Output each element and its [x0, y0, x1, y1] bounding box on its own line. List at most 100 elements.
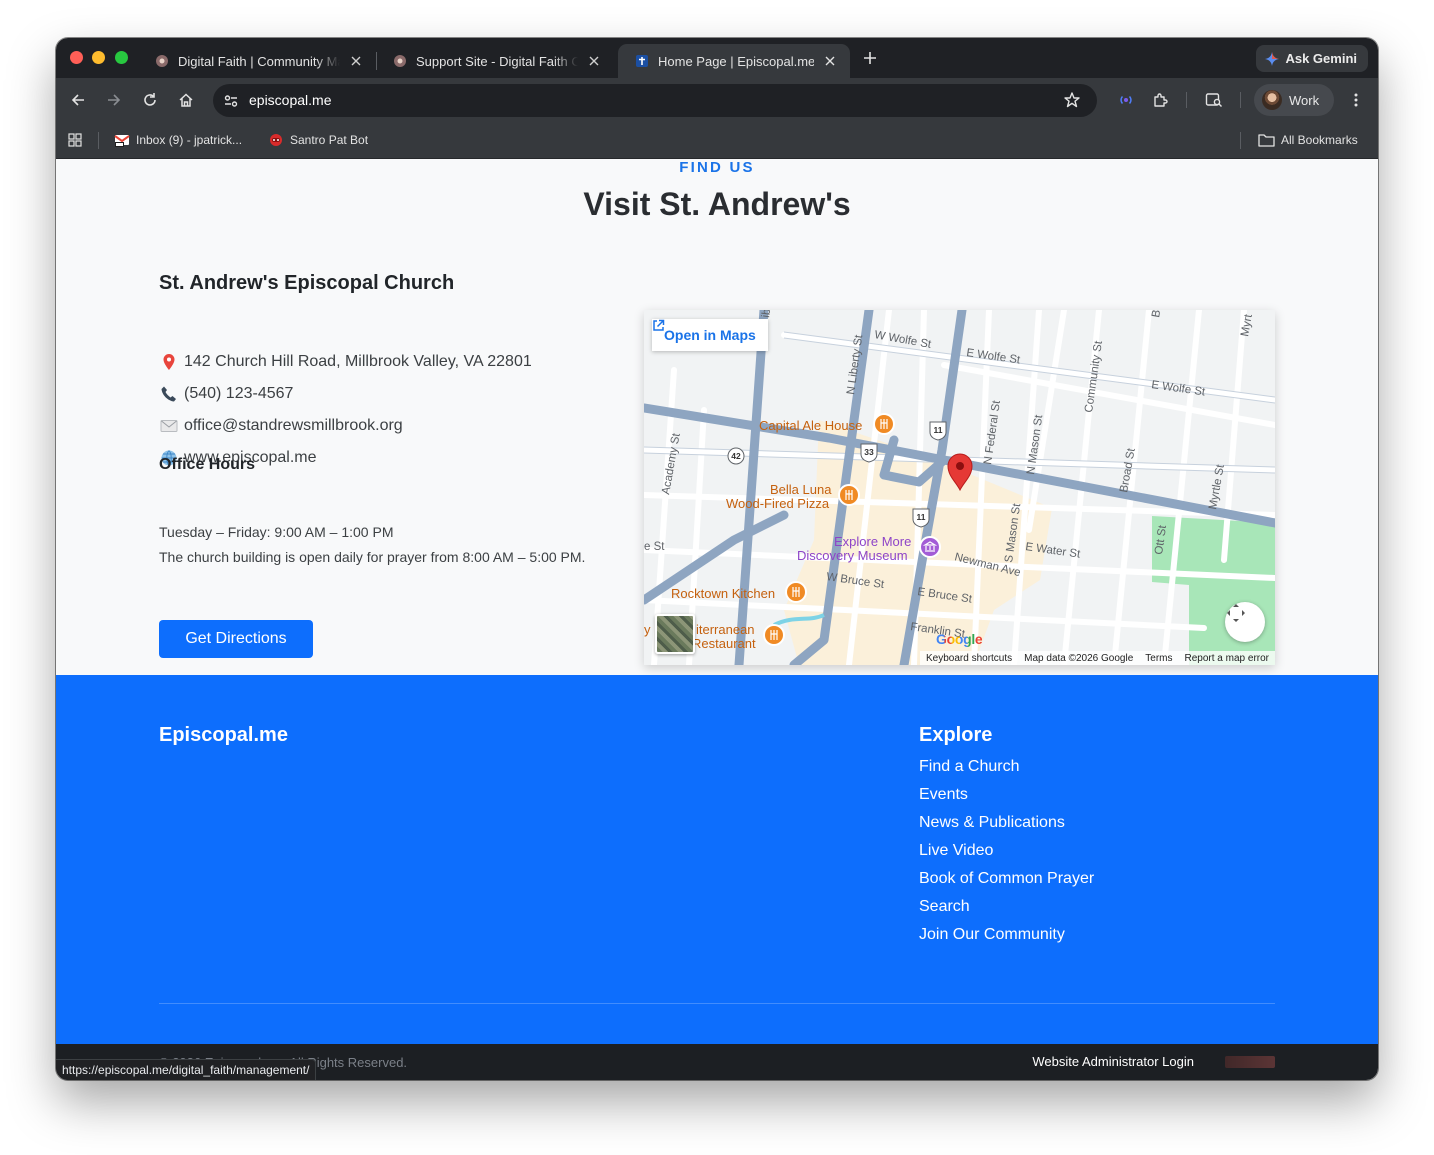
restaurant-icon: [838, 484, 860, 506]
footer-link-live-video[interactable]: Live Video: [919, 842, 993, 860]
open-in-maps-link[interactable]: Open in Maps: [652, 319, 768, 351]
section-eyebrow: FIND US: [679, 159, 755, 176]
status-bar-url: https://episcopal.me/digital_faith/manag…: [56, 1059, 317, 1080]
move-arrows-icon: [1227, 604, 1245, 622]
phone-text: (540) 123-4567: [184, 385, 294, 402]
more-menu-icon[interactable]: [1346, 90, 1366, 110]
footer-link-join-community[interactable]: Join Our Community: [919, 926, 1065, 944]
site-settings-icon[interactable]: [221, 91, 241, 111]
street-label: e St: [644, 541, 665, 553]
tab-home-page[interactable]: Home Page | Episcopal.me: [618, 44, 850, 78]
embedded-map[interactable]: W Wolfe St E Wolfe St E Wolfe St N Liber…: [644, 310, 1275, 665]
map-data-text: Map data ©2026 Google: [1024, 652, 1134, 664]
close-tab-icon[interactable]: [822, 53, 838, 69]
admin-login-link[interactable]: Website Administrator Login: [1032, 1054, 1194, 1069]
place-label: Wood-Fired Pizza: [726, 496, 830, 511]
address-text: 142 Church Hill Road, Millbrook Valley, …: [184, 353, 532, 370]
place-label: Restaurant: [692, 636, 756, 651]
bookmarks-bar: Inbox (9) - jpatrick... Santro Pat Bot A…: [56, 122, 1378, 159]
zoom-window-button[interactable]: [115, 51, 128, 64]
contact-phone[interactable]: (540) 123-4567: [159, 384, 293, 404]
close-window-button[interactable]: [70, 51, 83, 64]
footer-link-book-of-common-prayer[interactable]: Book of Common Prayer: [919, 870, 1094, 888]
new-tab-icon[interactable]: [860, 48, 880, 68]
toolbar-separator: [1186, 92, 1187, 108]
bookmark-santro-pat-bot[interactable]: Santro Pat Bot: [268, 131, 368, 149]
back-icon[interactable]: [68, 90, 88, 110]
tab-support-site[interactable]: Support Site - Digital Faith Co: [376, 44, 614, 78]
report-error-link[interactable]: Report a map error: [1185, 653, 1269, 664]
office-hours-weekdays: Tuesday – Friday: 9:00 AM – 1:00 PM: [159, 524, 394, 540]
gemini-sparkle-icon: [1265, 51, 1280, 66]
apps-grid-icon[interactable]: [68, 131, 82, 149]
all-bookmarks-label: All Bookmarks: [1281, 133, 1358, 147]
get-directions-button[interactable]: Get Directions: [159, 620, 313, 658]
close-tab-icon[interactable]: [586, 53, 602, 69]
all-bookmarks-button[interactable]: All Bookmarks: [1258, 131, 1358, 149]
bookmark-separator: [98, 132, 99, 149]
camera-control-button[interactable]: [1225, 602, 1265, 642]
street-label: ib: [760, 310, 773, 318]
route-shield-33: 33: [860, 443, 878, 463]
place-label: Explore More: [834, 534, 911, 549]
address-bar[interactable]: episcopal.me: [213, 84, 1097, 117]
restaurant-icon: [763, 624, 785, 646]
terms-link[interactable]: Terms: [1145, 653, 1172, 664]
section-title: Visit St. Andrew's: [583, 186, 851, 222]
toolbar: episcopal.me Work: [56, 78, 1378, 122]
extension-signal-icon[interactable]: [1116, 90, 1136, 110]
footer-link-news[interactable]: News & Publications: [919, 814, 1065, 832]
restaurant-icon: [873, 413, 895, 435]
digital-faith-logo-icon: [154, 53, 170, 69]
footer-link-events[interactable]: Events: [919, 786, 968, 804]
gmail-icon: [114, 135, 130, 147]
place-label: Discovery Museum: [797, 548, 908, 563]
office-hours-title: Office Hours: [159, 456, 256, 473]
page-content: FIND US Visit St. Andrew's St. Andrew's …: [56, 159, 1378, 1080]
close-tab-icon[interactable]: [348, 53, 364, 69]
tab-search-icon[interactable]: [1204, 90, 1224, 110]
footer-brand[interactable]: Episcopal.me: [159, 724, 288, 747]
church-name: St. Andrew's Episcopal Church: [159, 272, 455, 294]
map-canvas[interactable]: W Wolfe St E Wolfe St E Wolfe St N Liber…: [644, 310, 1275, 665]
profile-name: Work: [1289, 92, 1320, 108]
profile-button[interactable]: Work: [1254, 84, 1334, 116]
bot-icon: [270, 134, 282, 146]
museum-icon: [919, 536, 941, 558]
digital-faith-logo-icon[interactable]: [1225, 1056, 1275, 1068]
external-link-icon: [653, 319, 665, 331]
url-text[interactable]: episcopal.me: [249, 92, 332, 108]
envelope-icon: [159, 416, 179, 436]
footer-link-search[interactable]: Search: [919, 898, 970, 916]
forward-icon[interactable]: [104, 90, 124, 110]
google-logo-text: Google: [936, 631, 983, 647]
tab-title: Support Site - Digital Faith Co: [416, 53, 578, 69]
footer-link-find-a-church[interactable]: Find a Church: [919, 758, 1020, 776]
office-hours-prayer: The church building is open daily for pr…: [159, 549, 586, 565]
route-shield-11: 11: [929, 421, 947, 441]
bookmark-separator: [1240, 132, 1241, 149]
open-in-maps-label: Open in Maps: [664, 327, 756, 343]
contact-email[interactable]: office@standrewsmillbrook.org: [159, 416, 403, 436]
site-footer: Episcopal.me Explore Find a Church Event…: [56, 675, 1378, 1045]
reload-icon[interactable]: [140, 90, 160, 110]
cross-icon: [634, 53, 650, 69]
tab-strip: Digital Faith | Community Man Support Si…: [56, 38, 1378, 78]
email-text: office@standrewsmillbrook.org: [184, 417, 403, 434]
browser-window: Digital Faith | Community Man Support Si…: [56, 38, 1378, 1080]
extensions-puzzle-icon[interactable]: [1150, 90, 1170, 110]
google-logo: Google: [936, 631, 983, 647]
route-shield-11: 11: [912, 508, 930, 528]
home-icon[interactable]: [176, 90, 196, 110]
keyboard-shortcuts-link[interactable]: Keyboard shortcuts: [926, 653, 1012, 664]
bookmark-star-icon[interactable]: [1063, 91, 1083, 111]
satellite-layer-toggle[interactable]: [655, 614, 695, 654]
digital-faith-logo-icon: [392, 53, 408, 69]
bookmark-label: Inbox (9) - jpatrick...: [136, 133, 243, 147]
footer-divider: [159, 1003, 1275, 1004]
bookmark-inbox[interactable]: Inbox (9) - jpatrick...: [114, 131, 242, 149]
minimize-window-button[interactable]: [92, 51, 105, 64]
ask-gemini-button[interactable]: Ask Gemini: [1256, 45, 1368, 72]
place-label: Rocktown Kitchen: [671, 586, 775, 601]
tab-digital-faith-community[interactable]: Digital Faith | Community Man: [138, 44, 376, 78]
